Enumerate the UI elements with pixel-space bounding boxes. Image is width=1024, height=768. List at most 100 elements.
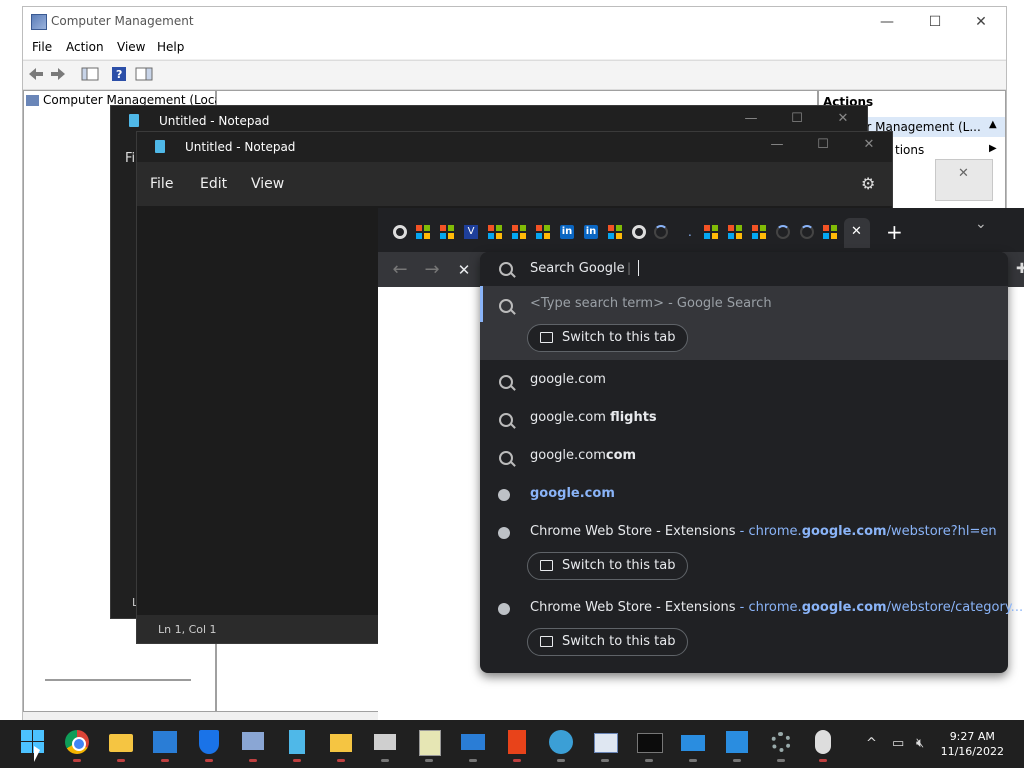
cm-menu-file[interactable]: File <box>32 40 52 54</box>
image-viewer-icon[interactable] <box>415 728 443 762</box>
notepad-back-close-button[interactable]: ✕ <box>823 106 863 132</box>
start-button[interactable] <box>19 728 47 756</box>
microsoft-tab-icon[interactable] <box>752 225 766 239</box>
microsoft-tab-icon[interactable] <box>512 225 526 239</box>
notepad-menubar: File Edit View ⚙ <box>137 162 892 206</box>
horizontal-scrollbar[interactable] <box>45 679 191 681</box>
show-hidden-icons-chevron[interactable]: ^ <box>866 736 877 751</box>
control-panel-icon[interactable] <box>591 728 619 762</box>
microsoft-tab-icon[interactable] <box>728 225 742 239</box>
switch-to-tab-button[interactable]: Switch to this tab <box>527 324 689 352</box>
loading-tab-icon[interactable] <box>800 225 814 239</box>
office-icon[interactable] <box>503 728 531 762</box>
active-tab[interactable]: ✕ <box>844 218 870 248</box>
extensions-puzzle-icon[interactable]: ✚ <box>1016 261 1024 277</box>
suggestion-google-flights[interactable]: google.com flights <box>480 400 1008 438</box>
suggestion-webstore-2[interactable]: Chrome Web Store - Extensions - chrome.g… <box>480 590 1023 664</box>
notepad-back-minimize-button[interactable]: — <box>731 106 771 132</box>
actions-more-label[interactable]: tions <box>895 143 924 157</box>
loading-dot-icon[interactable]: . <box>688 225 702 239</box>
cm-menu-help[interactable]: Help <box>157 40 184 54</box>
network-icon[interactable]: ▭ <box>892 736 904 751</box>
notepad-minimize-button[interactable]: — <box>757 132 797 158</box>
computer-management-taskbar-icon[interactable] <box>239 728 267 762</box>
microsoft-tab-icon[interactable] <box>488 225 502 239</box>
switch-to-tab-button[interactable]: Switch to this tab <box>527 628 689 656</box>
chrome-tab-icon[interactable] <box>632 225 646 239</box>
computer-management-icon <box>31 14 47 30</box>
network-globe-icon[interactable] <box>547 728 575 762</box>
package-icon[interactable] <box>371 728 399 762</box>
microsoft-tab-icon[interactable] <box>440 225 454 239</box>
settings-gear-icon[interactable]: ⚙ <box>861 174 875 193</box>
forward-button[interactable]: → <box>421 259 443 281</box>
suggestion-url-google[interactable]: google.com <box>480 476 1008 514</box>
notepad-menu-file[interactable]: File <box>150 176 173 192</box>
notepad-taskbar-icon[interactable] <box>283 728 311 762</box>
notepad-maximize-button[interactable]: ☐ <box>803 132 843 158</box>
system-clock[interactable]: 9:27 AM 11/16/2022 <box>941 729 1004 759</box>
visual-studio-tab-icon[interactable]: V <box>464 225 478 239</box>
notepad-menu-edit[interactable]: Edit <box>200 176 227 192</box>
new-tab-button[interactable]: + <box>886 220 903 244</box>
linkedin-tab-icon[interactable]: in <box>584 225 598 239</box>
tab-search-chevron-icon[interactable]: ⌄ <box>975 216 987 232</box>
settings-icon[interactable] <box>767 728 795 762</box>
omnibox-input[interactable]: Search Google | <box>480 252 1008 286</box>
stop-loading-button[interactable]: ✕ <box>453 259 475 281</box>
collapse-up-icon[interactable]: ▲ <box>989 119 997 130</box>
onedrive-folder-icon[interactable] <box>327 728 355 762</box>
terminal-icon[interactable] <box>635 728 663 762</box>
calendar-icon[interactable] <box>723 728 751 762</box>
suggestion-google-com[interactable]: google.com <box>480 362 1008 400</box>
cm-menu-action[interactable]: Action <box>66 40 104 54</box>
cm-titlebar[interactable]: Computer Management — ☐ ✕ <box>23 7 1006 37</box>
help-icon[interactable]: ? <box>111 66 129 82</box>
suggestion-url: google.com <box>530 486 615 501</box>
windows-security-icon[interactable] <box>195 728 223 762</box>
cm-close-button[interactable]: ✕ <box>958 7 1004 37</box>
suggestion-text: google.com <box>530 372 606 387</box>
chrome-tab-icon[interactable] <box>393 225 407 239</box>
forward-arrow-icon[interactable] <box>49 66 67 82</box>
close-icon[interactable]: ✕ <box>958 166 969 181</box>
microsoft-tab-icon[interactable] <box>608 225 622 239</box>
microsoft-tab-icon[interactable] <box>416 225 430 239</box>
switch-to-tab-button[interactable]: Switch to this tab <box>527 552 689 580</box>
suggestion-webstore-1[interactable]: Chrome Web Store - Extensions - chrome.g… <box>480 514 1008 588</box>
tab-close-icon[interactable]: ✕ <box>851 224 862 239</box>
notepad-menu-view[interactable]: View <box>251 176 284 192</box>
suggestion-google-comcom[interactable]: google.comcom <box>480 438 1008 476</box>
omnibox-separator: | <box>627 261 632 275</box>
cm-maximize-button[interactable]: ☐ <box>912 7 958 37</box>
search-icon <box>499 451 513 465</box>
cm-minimize-button[interactable]: — <box>864 7 910 37</box>
chrome-tabstrip: V in in . ✕ + ⌄ <box>378 208 1024 252</box>
linkedin-tab-icon[interactable]: in <box>560 225 574 239</box>
notepad-back-title: Untitled - Notepad <box>159 114 270 128</box>
window-app-icon[interactable] <box>459 728 487 762</box>
notepad-back-maximize-button[interactable]: ☐ <box>777 106 817 132</box>
file-explorer-icon[interactable] <box>107 728 135 762</box>
show-action-pane-icon[interactable] <box>135 66 153 82</box>
mail-icon[interactable] <box>679 728 707 762</box>
microsoft-tab-icon[interactable] <box>823 225 837 239</box>
volume-muted-icon[interactable]: 🔇︎ <box>916 736 924 751</box>
suggestion-search-google[interactable]: <Type search term> - Google Search Switc… <box>480 286 1008 360</box>
microsoft-tab-icon[interactable] <box>704 225 718 239</box>
chrome-taskbar-icon[interactable] <box>63 728 91 762</box>
chevron-right-icon: ▶ <box>989 143 997 154</box>
back-button[interactable]: ← <box>389 259 411 281</box>
photos-icon[interactable] <box>151 728 179 762</box>
tab-icon <box>540 636 553 647</box>
notepad-close-button[interactable]: ✕ <box>849 132 889 158</box>
show-tree-icon[interactable] <box>81 66 99 82</box>
loading-tab-icon[interactable] <box>776 225 790 239</box>
back-arrow-icon[interactable] <box>27 66 45 82</box>
search-icon <box>499 413 513 427</box>
omnibox-dropdown: Search Google | <Type search term> - Goo… <box>480 252 1023 673</box>
cm-menu-view[interactable]: View <box>117 40 145 54</box>
loading-tab-icon[interactable] <box>654 225 668 239</box>
microsoft-tab-icon[interactable] <box>536 225 550 239</box>
fingerprint-app-icon[interactable] <box>809 728 837 762</box>
